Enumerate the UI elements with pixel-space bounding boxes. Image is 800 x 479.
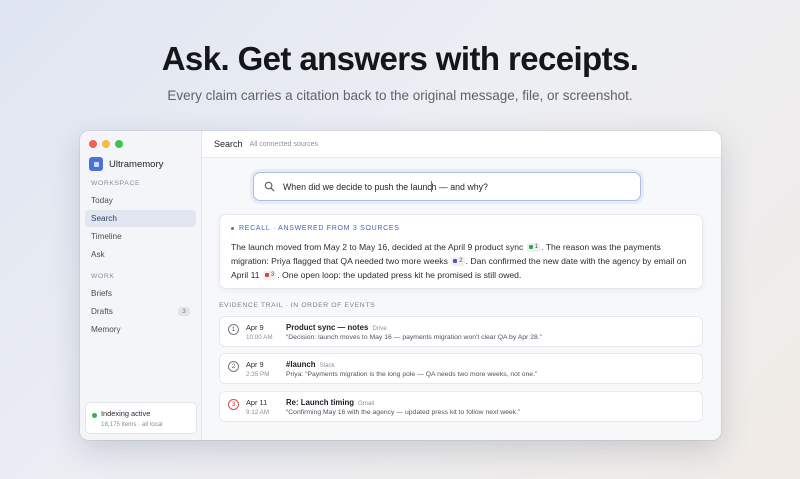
- app-name: Ultramemory: [109, 158, 164, 170]
- source-scope-label: All connected sources: [249, 140, 319, 148]
- minimize-window-button[interactable]: [102, 140, 110, 148]
- evidence-date: Apr 11: [246, 398, 268, 407]
- evidence-number-icon: 1: [228, 324, 239, 335]
- evidence-quote: “Confirming May 16 with the agency — upd…: [286, 409, 521, 416]
- evidence-title: #launch: [286, 360, 316, 369]
- main-panel: Search All connected sources RECALL · AN…: [202, 131, 721, 440]
- answer-card: RECALL · ANSWERED FROM 3 SOURCES The lau…: [219, 214, 703, 289]
- citation-number: 3: [270, 272, 275, 278]
- app-logo-icon: [89, 157, 103, 171]
- sidebar-item-drafts[interactable]: Drafts 3: [85, 303, 196, 320]
- evidence-header: #launch Slack: [286, 360, 335, 369]
- sidebar-item-label: Today: [91, 196, 113, 205]
- slack-source-icon: [453, 259, 458, 263]
- drive-source-icon: [528, 245, 533, 249]
- sidebar-item-label: Memory: [91, 325, 121, 334]
- citation-chip-2[interactable]: 2: [451, 256, 465, 266]
- sidebar-item-memory[interactable]: Memory: [85, 321, 196, 338]
- sidebar-item-search[interactable]: Search: [85, 210, 196, 227]
- evidence-source: Slack: [319, 362, 335, 369]
- evidence-time: 2:35 PM: [246, 371, 270, 378]
- status-title: Indexing active: [101, 409, 151, 418]
- evidence-title: Product sync — notes: [286, 323, 369, 332]
- hero-title: Ask. Get answers with receipts.: [161, 40, 639, 77]
- evidence-item[interactable]: 2 Apr 9 2:35 PM #launch Slack Priya: “Pa…: [219, 353, 703, 384]
- sidebar-item-label: Briefs: [91, 289, 112, 298]
- page-title: Search: [214, 139, 243, 149]
- answer-label-text: RECALL · ANSWERED FROM 3 SOURCES: [239, 225, 400, 232]
- evidence-header: Product sync — notes Drive: [286, 323, 387, 332]
- evidence-header: Re: Launch timing Gmail: [286, 398, 374, 407]
- evidence-quote: “Decision: launch moves to May 16 — paym…: [286, 334, 542, 341]
- sidebar-item-briefs[interactable]: Briefs: [85, 285, 196, 302]
- status-dot-icon: [92, 413, 97, 418]
- evidence-number-icon: 3: [228, 399, 239, 410]
- work-section-label: WORK: [91, 273, 115, 280]
- text-caret: [431, 181, 432, 192]
- evidence-date: Apr 9: [246, 360, 264, 369]
- evidence-trail-label: EVIDENCE TRAIL · IN ORDER OF EVENTS: [219, 302, 376, 309]
- workspace-section-label: WORKSPACE: [91, 180, 141, 187]
- sidebar: Ultramemory WORKSPACE Today Search Timel…: [80, 131, 202, 440]
- drafts-count-badge: 3: [178, 307, 190, 316]
- evidence-date: Apr 9: [246, 323, 264, 332]
- evidence-source: Drive: [372, 325, 387, 332]
- answer-segment: The launch moved from May 2 to May 16, d…: [231, 242, 524, 252]
- citation-number: 2: [459, 258, 463, 264]
- sidebar-item-label: Timeline: [91, 232, 122, 241]
- answer-text: The launch moved from May 2 to May 16, d…: [231, 240, 699, 282]
- citation-number: 1: [534, 244, 539, 250]
- window-controls: [89, 140, 123, 148]
- search-input[interactable]: [283, 181, 513, 192]
- evidence-number-icon: 2: [228, 361, 239, 372]
- evidence-source: Gmail: [358, 400, 375, 407]
- answer-segment: . One open loop: the updated press kit h…: [277, 270, 522, 280]
- indexing-status-card: Indexing active 18,175 items · all local: [85, 402, 197, 434]
- evidence-item[interactable]: 1 Apr 9 10:00 AM Product sync — notes Dr…: [219, 316, 703, 347]
- sidebar-item-ask[interactable]: Ask: [85, 246, 196, 263]
- citation-chip-3[interactable]: 3: [262, 270, 277, 280]
- zoom-window-button[interactable]: [115, 140, 123, 148]
- recall-dot-icon: [231, 227, 234, 230]
- evidence-time: 10:00 AM: [246, 334, 273, 341]
- sidebar-item-label: Drafts: [91, 307, 113, 316]
- app-header: Ultramemory: [89, 157, 163, 171]
- answer-label: RECALL · ANSWERED FROM 3 SOURCES: [231, 225, 400, 232]
- search-icon: [264, 181, 275, 192]
- status-subtitle: 18,175 items · all local: [101, 421, 163, 428]
- sidebar-item-label: Ask: [91, 250, 105, 259]
- evidence-item[interactable]: 3 Apr 11 9:12 AM Re: Launch timing Gmail…: [219, 391, 703, 422]
- close-window-button[interactable]: [89, 140, 97, 148]
- hero-subtitle: Every claim carries a citation back to t…: [167, 88, 633, 103]
- citation-chip-1[interactable]: 1: [526, 242, 541, 252]
- evidence-title: Re: Launch timing: [286, 398, 355, 407]
- app-window: Ultramemory WORKSPACE Today Search Timel…: [80, 131, 721, 440]
- evidence-time: 9:12 AM: [246, 409, 270, 416]
- sidebar-item-today[interactable]: Today: [85, 192, 196, 209]
- evidence-quote: Priya: “Payments migration is the long p…: [286, 371, 538, 378]
- gmail-source-icon: [264, 273, 269, 277]
- sidebar-item-timeline[interactable]: Timeline: [85, 228, 196, 245]
- topbar: Search All connected sources: [202, 131, 721, 158]
- sidebar-item-label: Search: [91, 214, 117, 223]
- search-box[interactable]: [253, 172, 641, 201]
